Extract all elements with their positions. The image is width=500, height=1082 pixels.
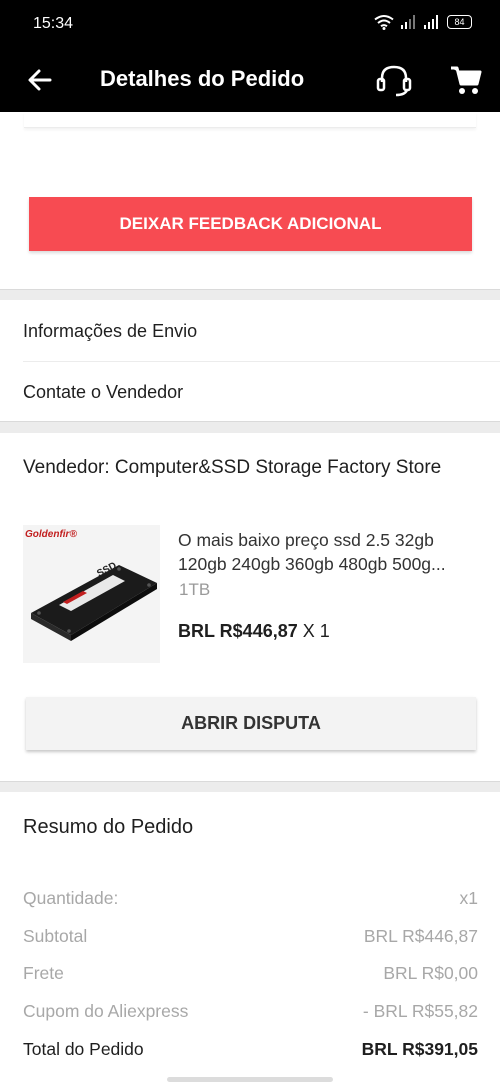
page-title: Detalhes do Pedido <box>100 66 305 91</box>
status-time: 15:34 <box>33 15 74 32</box>
product-price: BRL R$446,87 <box>178 621 298 641</box>
product-image[interactable]: Goldenfir® SSD <box>23 525 160 663</box>
leave-feedback-button[interactable]: DEIXAR FEEDBACK ADICIONAL <box>29 197 472 251</box>
status-icons: 84 <box>374 14 472 30</box>
summary-row-subtotal: Subtotal BRL R$446,87 <box>23 926 478 947</box>
section-divider <box>0 781 500 792</box>
summary-label: Subtotal <box>23 926 88 946</box>
contact-seller-link[interactable]: Contate o Vendedor <box>0 362 500 422</box>
summary-row-quantity: Quantidade: x1 <box>23 888 478 909</box>
home-indicator <box>167 1077 333 1082</box>
customer-service-button[interactable] <box>374 62 414 98</box>
summary-row-coupon: Cupom do Aliexpress - BRL R$55,82 <box>23 1001 478 1022</box>
product-title[interactable]: O mais baixo preço ssd 2.5 32gb 120gb 24… <box>178 528 484 576</box>
product-quantity: X 1 <box>302 621 330 641</box>
battery-icon: 84 <box>447 15 472 29</box>
summary-row-total: Total do Pedido BRL R$391,05 <box>23 1039 478 1060</box>
order-card-remnant <box>24 112 476 128</box>
product-variant: 1TB <box>179 580 211 599</box>
summary-label: Frete <box>23 963 64 983</box>
section-divider <box>0 421 500 433</box>
summary-label: Quantidade: <box>23 888 119 908</box>
ssd-image: SSD <box>31 560 157 641</box>
total-label: Total do Pedido <box>23 1039 144 1059</box>
signal-icon <box>424 15 438 29</box>
back-button[interactable] <box>24 64 56 96</box>
shipping-info-link[interactable]: Informações de Envio <box>0 301 500 361</box>
summary-value: x1 <box>459 888 478 908</box>
product-title-line1: O mais baixo preço ssd 2.5 32gb <box>178 530 434 550</box>
wifi-icon <box>374 15 394 30</box>
seller-name[interactable]: Vendedor: Computer&SSD Storage Factory S… <box>23 457 441 479</box>
cart-icon <box>451 66 482 94</box>
summary-value: - BRL R$55,82 <box>362 1001 478 1021</box>
back-arrow-icon <box>28 69 52 91</box>
cart-button[interactable] <box>448 62 484 98</box>
open-dispute-button[interactable]: ABRIR DISPUTA <box>26 697 476 750</box>
app-bar: Detalhes do Pedido <box>0 48 500 112</box>
signal-icon <box>401 15 415 29</box>
summary-title: Resumo do Pedido <box>23 816 194 838</box>
section-divider <box>0 289 500 300</box>
product-price-line: BRL R$446,87 X 1 <box>178 621 330 642</box>
product-title-line2: 120gb 240gb 360gb 480gb 500g... <box>178 554 446 574</box>
status-bar: 15:34 84 <box>0 0 500 48</box>
summary-label: Cupom do Aliexpress <box>23 1001 189 1021</box>
battery-level: 84 <box>454 17 465 27</box>
summary-value: BRL R$446,87 <box>363 926 478 946</box>
total-value: BRL R$391,05 <box>361 1039 478 1059</box>
headset-icon <box>376 65 412 97</box>
summary-value: BRL R$0,00 <box>383 963 478 983</box>
summary-row-shipping: Frete BRL R$0,00 <box>23 963 478 984</box>
